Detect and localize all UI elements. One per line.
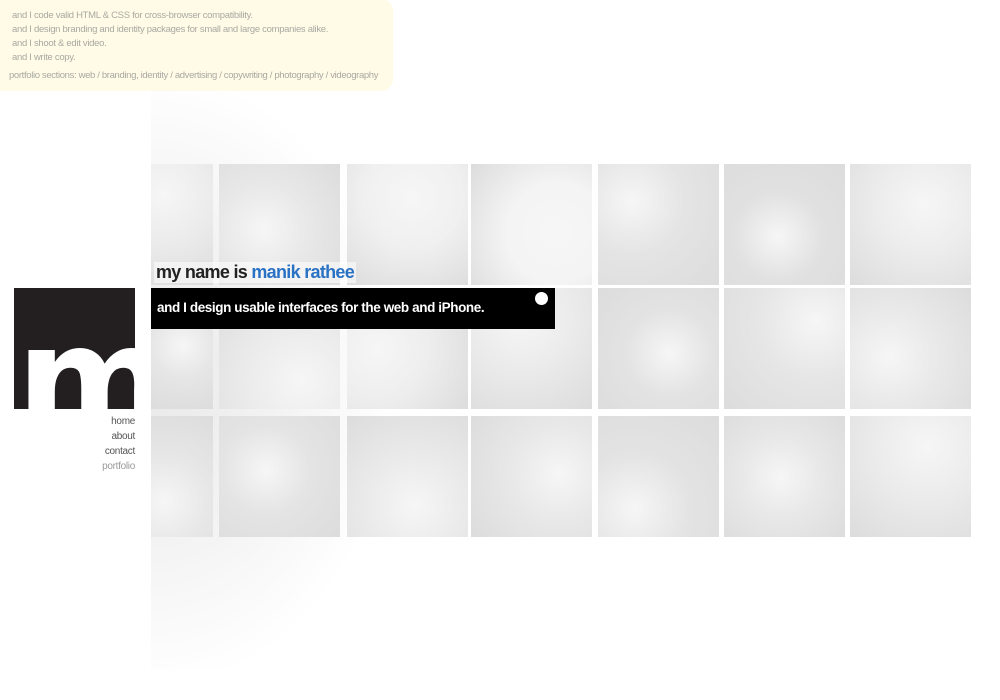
section-link-advertising[interactable]: advertising	[175, 70, 217, 81]
intro-line: and I design branding and identity packa…	[12, 24, 329, 35]
photo-tile	[850, 164, 971, 285]
photo-tile	[850, 288, 971, 409]
photo-grid	[151, 164, 971, 537]
separator: /	[325, 70, 329, 81]
separator: /	[170, 70, 173, 81]
logo-letter: m	[16, 294, 135, 409]
main-nav: home about contact portfolio	[40, 414, 135, 474]
headline-prefix: my name is	[156, 262, 248, 282]
section-link-web[interactable]: web	[79, 70, 96, 81]
photo-tile	[598, 416, 719, 537]
nav-home[interactable]: home	[40, 414, 135, 429]
photo-tile	[724, 164, 845, 285]
dot-icon[interactable]	[535, 292, 548, 305]
photo-tile	[347, 164, 468, 285]
portfolio-sections-label: portfolio sections:	[9, 70, 77, 81]
photo-tile	[724, 416, 845, 537]
site-logo[interactable]: m	[14, 288, 135, 409]
section-link-copywriting[interactable]: copywriting	[224, 70, 268, 81]
photo-tile	[151, 416, 213, 537]
headline: my name is manik rathee	[154, 262, 357, 283]
intro-panel: and I code valid HTML & CSS for cross-br…	[0, 0, 393, 91]
photo-tile	[850, 416, 971, 537]
intro-line: and I write copy.	[12, 52, 76, 63]
separator: /	[97, 70, 100, 81]
tagline-bar: and I design usable interfaces for the w…	[151, 288, 555, 329]
nav-portfolio[interactable]: portfolio	[40, 459, 135, 474]
photo-tile	[471, 164, 592, 285]
section-link-videography[interactable]: videography	[330, 70, 378, 81]
section-link-photography[interactable]: photography	[274, 70, 323, 81]
separator: /	[219, 70, 222, 81]
photo-tile	[347, 416, 468, 537]
author-name-link[interactable]: manik rathee	[251, 262, 354, 282]
intro-line: and I shoot & edit video.	[12, 38, 107, 49]
nav-contact[interactable]: contact	[40, 444, 135, 459]
tagline-text: and I design usable interfaces for the w…	[157, 300, 485, 315]
portfolio-sections: portfolio sections: web / branding, iden…	[9, 70, 379, 81]
photo-tile	[598, 164, 719, 285]
photo-tile	[471, 416, 592, 537]
section-link-branding[interactable]: branding, identity	[102, 70, 168, 81]
intro-line: and I code valid HTML & CSS for cross-br…	[12, 10, 253, 21]
photo-tile	[724, 288, 845, 409]
separator: /	[269, 70, 273, 81]
photo-tile	[219, 416, 340, 537]
nav-about[interactable]: about	[40, 429, 135, 444]
photo-tile	[598, 288, 719, 409]
